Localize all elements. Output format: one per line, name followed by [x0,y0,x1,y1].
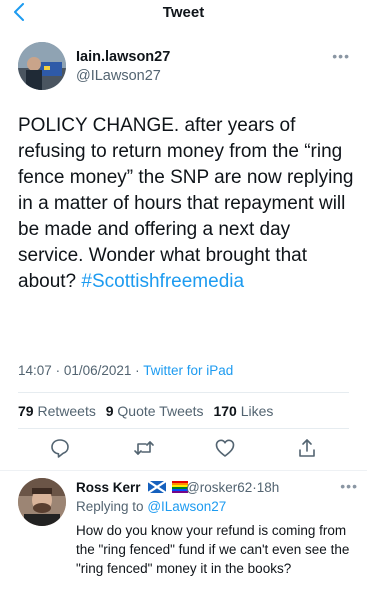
author-name[interactable]: Iain.lawson27 [76,49,170,65]
retweets-stat[interactable]: 79 Retweets [18,403,96,419]
divider [18,428,349,429]
reply-author-handle[interactable]: @rosker62 [186,480,252,495]
tweet-header: Iain.lawson27 @ILawson27 ••• [18,42,350,94]
retweets-label: Retweets [37,403,96,419]
replying-to-link[interactable]: @ILawson27 [147,499,226,514]
quote-tweets-stat[interactable]: 9 Quote Tweets [106,403,204,419]
reply-icon[interactable] [49,437,71,459]
meta-separator: · [135,363,140,378]
action-bar [0,437,367,463]
page-title: Tweet [162,4,205,21]
reply-author-name[interactable]: Ross Kerr [76,480,189,495]
likes-stat[interactable]: 170 Likes [213,403,273,419]
tweet-source-link[interactable]: Twitter for iPad [143,363,233,378]
reply-more-options-icon[interactable]: ••• [340,478,358,494]
reply-tweet[interactable]: Ross Kerr @rosker62·18h ••• Replying to … [18,476,358,596]
tweet-meta: 14:07 · 01/06/2021 · Twitter for iPad [18,363,233,378]
quote-tweets-label: Quote Tweets [117,403,204,419]
replying-to: Replying to @ILawson27 [76,499,226,514]
tweet-stats: 79 Retweets 9 Quote Tweets 170 Likes [18,403,273,419]
tweet-text: POLICY CHANGE. after years of refusing t… [18,113,358,295]
divider [0,470,367,471]
meta-separator: · [55,363,61,378]
divider [18,392,349,393]
tweet-date: 01/06/2021 [63,363,132,378]
quote-tweets-count: 9 [105,403,114,419]
likes-label: Likes [240,403,274,419]
likes-count: 170 [213,403,237,419]
scotland-flag-icon [148,481,167,493]
more-options-icon[interactable]: ••• [332,48,350,64]
tweet-time: 14:07 [18,363,52,378]
retweets-count: 79 [18,403,34,419]
reply-author-avatar[interactable] [18,478,66,526]
reply-author-name-text: Ross Kerr [76,480,141,495]
share-icon[interactable] [296,437,318,459]
reply-age: 18h [256,480,280,495]
author-handle[interactable]: @ILawson27 [76,68,161,84]
tweet-body: POLICY CHANGE. after years of refusing t… [18,115,354,292]
navigation-bar: Tweet [0,0,367,26]
reply-author-meta: @rosker62·18h [186,480,279,495]
replying-label: Replying to [76,499,144,514]
author-avatar[interactable] [18,42,66,90]
reply-text: How do you know your refund is coming fr… [76,523,350,576]
like-icon[interactable] [214,437,236,459]
retweet-icon[interactable] [133,437,155,459]
hashtag-link[interactable]: #Scottishfreemedia [81,271,244,292]
